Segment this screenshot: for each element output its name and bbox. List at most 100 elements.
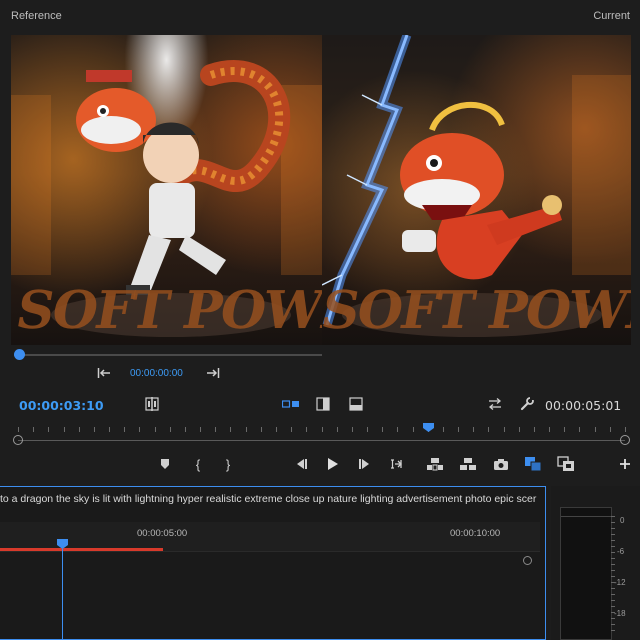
meter-tick: [611, 582, 615, 583]
ruler-tick: [185, 427, 186, 432]
camera-icon[interactable]: [492, 456, 510, 472]
side-by-side-icon[interactable]: [282, 398, 300, 410]
swap-icon[interactable]: [487, 397, 503, 411]
ruler-tick: [458, 427, 459, 432]
current-overlay-text: SOFT POWE: [322, 280, 631, 341]
step-forward-icon[interactable]: [357, 457, 373, 471]
ruler-tick: [94, 427, 95, 432]
play-icon[interactable]: [325, 456, 341, 472]
sequence-tab[interactable]: to a dragon the sky is lit with lightnin…: [0, 493, 540, 505]
timeline-ruler-label: 00:00:05:00: [137, 528, 188, 539]
current-label: Current: [593, 10, 630, 22]
go-to-in-icon[interactable]: [96, 366, 112, 380]
vertical-split-icon[interactable]: [315, 396, 331, 412]
meter-tick: [611, 540, 615, 541]
meter-tick: [611, 564, 615, 565]
proxy-toggle-icon[interactable]: [556, 455, 576, 473]
ruler-tick: [155, 427, 156, 432]
ruler-tick: [488, 427, 489, 432]
ruler-tick: [64, 427, 65, 432]
meter-tick: [611, 558, 615, 559]
mark-in-icon[interactable]: {: [192, 456, 204, 472]
meter-tick: [611, 618, 615, 619]
ruler-tick: [322, 427, 323, 432]
ruler-tick: [109, 427, 110, 432]
meter-tick: [611, 570, 615, 571]
ruler-tick: [139, 427, 140, 432]
ruler-tick: [595, 427, 596, 432]
meter-tick: [611, 600, 615, 601]
meter-scale-label: -6: [617, 547, 625, 556]
ruler-tick: [48, 427, 49, 432]
go-to-in-icon[interactable]: [261, 457, 277, 471]
reference-scrub-track[interactable]: [14, 354, 322, 356]
work-area-bar[interactable]: [0, 548, 163, 551]
meter-tick: [611, 576, 615, 577]
split-view-icon[interactable]: [144, 396, 160, 412]
meter-tick: [611, 522, 615, 523]
audio-meter: [560, 507, 612, 640]
ruler-tick: [367, 427, 368, 432]
ruler-tick: [337, 427, 338, 432]
transport-bar: { }: [0, 455, 640, 473]
ruler-tick: [33, 427, 34, 432]
ruler-tick: [549, 427, 550, 432]
lift-icon[interactable]: [426, 456, 444, 472]
go-to-out-icon[interactable]: [389, 457, 405, 471]
meter-tick: [611, 588, 615, 589]
meter-tick: [611, 552, 615, 553]
reference-timecode[interactable]: 00:00:00:00: [130, 368, 183, 379]
ruler-tick: [200, 427, 201, 432]
ruler-tick: [276, 427, 277, 432]
meter-tick: [611, 630, 615, 631]
current-frame: SOFT POWE: [322, 35, 631, 345]
ruler-tick: [564, 427, 565, 432]
meter-tick: [611, 612, 615, 613]
meter-tick: [611, 606, 615, 607]
ruler-tick: [18, 427, 19, 432]
reference-label: Reference: [11, 10, 62, 22]
ruler-tick: [610, 427, 611, 432]
current-time-display[interactable]: 00:00:03:10: [19, 398, 104, 413]
meter-tick: [611, 528, 615, 529]
mark-out-icon[interactable]: }: [222, 456, 234, 472]
ruler-end-handle[interactable]: [620, 435, 630, 445]
timeline-vertical-scrollbar[interactable]: [521, 552, 535, 640]
duration-display: 00:00:05:01: [545, 398, 622, 413]
timeline-panel[interactable]: [0, 486, 546, 640]
comparison-view-icon[interactable]: [523, 455, 543, 473]
meter-scale-label: 0: [620, 516, 625, 525]
ruler-tick: [261, 427, 262, 432]
ruler-tick: [519, 427, 520, 432]
reference-frame: SOFT POWE: [11, 35, 322, 345]
ruler-tick: [534, 427, 535, 432]
step-back-icon[interactable]: [293, 457, 309, 471]
ruler-tick: [413, 427, 414, 432]
ruler-start-handle[interactable]: [13, 435, 23, 445]
ruler-tick: [473, 427, 474, 432]
meter-scale-label: -12: [614, 578, 626, 587]
ruler-tick: [579, 427, 580, 432]
ruler-tick: [79, 427, 80, 432]
ruler-tick: [504, 427, 505, 432]
marker-icon[interactable]: [158, 456, 172, 472]
extract-icon[interactable]: [459, 456, 477, 472]
ruler-tick: [124, 427, 125, 432]
ruler-tick: [170, 427, 171, 432]
scroll-handle[interactable]: [523, 556, 532, 565]
ruler-tick: [246, 427, 247, 432]
ruler-tick: [291, 427, 292, 432]
horizontal-split-icon[interactable]: [348, 396, 364, 412]
wrench-icon[interactable]: [519, 396, 535, 412]
go-to-out-icon[interactable]: [205, 366, 221, 380]
ruler-tick: [306, 427, 307, 432]
timeline-ruler-label: 00:00:10:00: [450, 528, 501, 539]
ruler-tick: [625, 427, 626, 432]
ruler-tick: [397, 427, 398, 432]
meter-tick: [611, 534, 615, 535]
reference-scrub-handle[interactable]: [14, 349, 25, 360]
program-ruler[interactable]: [18, 425, 626, 437]
add-button-icon[interactable]: [617, 456, 633, 472]
ruler-tick: [230, 427, 231, 432]
meter-tick: [611, 624, 615, 625]
